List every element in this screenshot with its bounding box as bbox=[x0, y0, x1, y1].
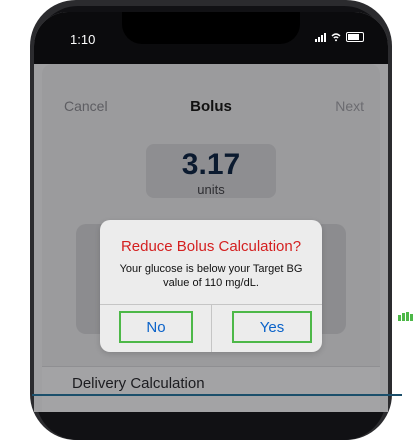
notch bbox=[122, 12, 300, 44]
delivery-calculation-label: Delivery Calculation bbox=[72, 375, 205, 392]
alert-title: Reduce Bolus Calculation? bbox=[120, 238, 302, 255]
wifi-icon bbox=[331, 33, 341, 42]
pointing-hand-icon bbox=[398, 312, 413, 321]
yes-button[interactable]: Yes bbox=[232, 311, 312, 343]
battery-icon bbox=[346, 32, 364, 42]
no-button[interactable]: No bbox=[119, 311, 193, 343]
alert-message: Your glucose is below your Target BG val… bbox=[119, 263, 303, 289]
phone-mockup: 1:10 Cancel Bolus Next 3.17 units Delive… bbox=[16, 0, 402, 440]
alert-button-divider bbox=[211, 304, 212, 352]
reduce-bolus-alert: Reduce Bolus Calculation? Your glucose i… bbox=[100, 220, 322, 352]
next-button[interactable]: Next bbox=[335, 98, 364, 114]
phone-screen: 1:10 Cancel Bolus Next 3.17 units Delive… bbox=[34, 12, 388, 412]
system-icons bbox=[315, 32, 364, 42]
page-title: Bolus bbox=[190, 98, 232, 115]
signal-icon bbox=[315, 32, 326, 42]
status-bar: 1:10 bbox=[34, 12, 388, 64]
nav-bar: Cancel Bolus Next bbox=[42, 94, 380, 118]
bolus-sheet: Cancel Bolus Next 3.17 units Delivery Ca… bbox=[42, 64, 380, 412]
units-label: units bbox=[197, 182, 225, 197]
accent-divider bbox=[32, 394, 402, 396]
bolus-units-display[interactable]: 3.17 units bbox=[146, 144, 276, 198]
delivery-calculation-row[interactable]: Delivery Calculation bbox=[42, 366, 380, 412]
bolus-value: 3.17 bbox=[181, 148, 241, 181]
status-time: 1:10 bbox=[70, 32, 96, 47]
